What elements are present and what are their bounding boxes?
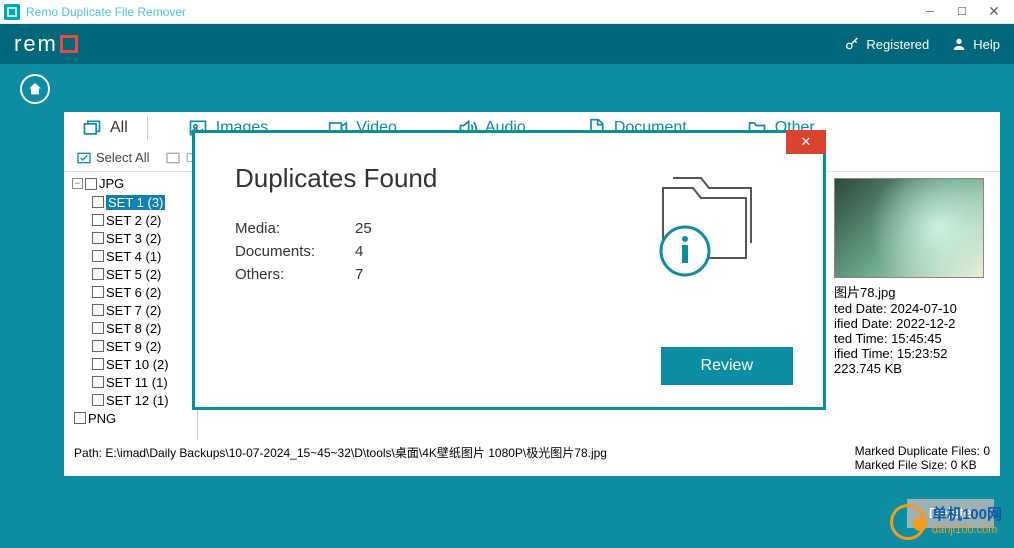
preview-created-date: ted Date: 2024-07-10 [834,301,994,316]
key-icon [844,36,860,52]
person-icon [951,36,967,52]
tree-category-jpg[interactable]: − JPG [66,176,195,191]
window-title: Remo Duplicate File Remover [26,5,186,19]
checkbox[interactable] [92,322,104,334]
others-count: 7 [355,266,363,283]
help-link[interactable]: Help [951,36,1000,52]
tree-item-label: SET 9 (2) [106,339,161,354]
watermark-line2: danji100.com [932,524,1002,537]
checkbox[interactable] [92,250,104,262]
marked-files-value: 0 [983,444,990,458]
minimize-button[interactable]: ─ [914,1,946,23]
tree-category-png[interactable]: PNG [66,409,195,427]
tree-item-label: SET 7 (2) [106,303,161,318]
stack-icon [82,118,102,138]
tree-item-label: SET 2 (2) [106,213,161,228]
preview-modified-date: ified Date: 2022-12-2 [834,316,994,331]
watermark-icon [890,504,926,540]
path-value: E:\imad\Daily Backups\10-07-2024_15~45~3… [105,446,607,460]
tree-view[interactable]: − JPG SET 1 (3) SET 2 (2) SET 3 (2) SET 4 (… [64,172,198,440]
titlebar: Remo Duplicate File Remover ─ ☐ ✕ [0,0,1014,24]
brand-bar: rem Registered Help [0,24,1014,64]
tree-item-label: SET 12 (1) [106,393,169,408]
collapse-icon[interactable]: − [72,178,83,189]
checkbox[interactable] [92,196,104,208]
watermark-line1: 单机100网 [932,506,1002,524]
watermark: 单机100网 danji100.com [890,504,1002,540]
maximize-button[interactable]: ☐ [946,1,978,23]
tree-item[interactable]: SET 12 (1) [66,391,195,409]
preview-filename: 图片78.jpg [834,282,994,301]
checkbox[interactable] [92,394,104,406]
checkbox[interactable] [92,340,104,352]
review-button[interactable]: Review [661,347,793,385]
tree-item[interactable]: SET 5 (2) [66,265,195,283]
tree-item-label: SET 10 (2) [106,357,169,372]
marked-size-value: 0 [951,458,958,472]
tree-item[interactable]: SET 9 (2) [66,337,195,355]
tree-item-label: SET 4 (1) [106,249,161,264]
tree-item[interactable]: SET 6 (2) [66,283,195,301]
preview-card: 图片78.jpg ted Date: 2024-07-10 ified Date… [834,178,994,376]
info-folder-icon [643,173,763,288]
select-all-button[interactable]: Select All [70,148,155,168]
app-icon [4,4,20,20]
deselect-icon [165,150,181,166]
marked-size-unit: KB [961,458,977,472]
tree-item-label: SET 8 (2) [106,321,161,336]
tree-item[interactable]: SET 10 (2) [66,355,195,373]
home-button[interactable] [20,74,50,104]
marked-size-label: Marked File Size: [855,458,948,472]
status-bar: Path: E:\imad\Daily Backups\10-07-2024_1… [64,440,1000,476]
path-label: Path: [74,446,102,460]
preview-size: 223.745 KB [834,361,994,376]
checkbox[interactable] [92,214,104,226]
tree-item[interactable]: SET 2 (2) [66,211,195,229]
checkbox[interactable] [92,268,104,280]
home-icon [27,81,43,97]
preview-modified-time: ified Time: 15:23:52 [834,346,994,361]
tree-item[interactable]: SET 7 (2) [66,301,195,319]
brand-logo: rem [14,31,78,57]
preview-created-time: ted Time: 15:45:45 [834,331,994,346]
check-icon [76,150,92,166]
tree-item[interactable]: SET 4 (1) [66,247,195,265]
media-label: Media: [235,220,355,237]
close-button[interactable]: ✕ [978,1,1010,23]
documents-count: 4 [355,243,363,260]
tree-item-label: SET 11 (1) [106,375,168,390]
checkbox[interactable] [92,304,104,316]
checkbox[interactable] [92,358,104,370]
tree-item[interactable]: SET 1 (3) [66,193,195,211]
checkbox[interactable] [92,286,104,298]
checkbox[interactable] [85,178,97,190]
tree-item[interactable]: SET 3 (2) [66,229,195,247]
tree-item-label: SET 3 (2) [106,231,161,246]
checkbox[interactable] [92,232,104,244]
checkbox[interactable] [74,412,86,424]
marked-files-label: Marked Duplicate Files: [855,444,980,458]
documents-label: Documents: [235,243,355,260]
tree-item-label: SET 1 (3) [106,195,165,210]
results-dialog: ✕ Duplicates Found Media:25 Documents:4 … [192,130,826,410]
registered-link[interactable]: Registered [844,36,929,52]
media-count: 25 [355,220,372,237]
tree-item[interactable]: SET 8 (2) [66,319,195,337]
tree-item-label: SET 5 (2) [106,267,161,282]
others-label: Others: [235,266,355,283]
preview-thumbnail [834,178,984,278]
checkbox[interactable] [92,376,104,388]
tree-item-label: SET 6 (2) [106,285,161,300]
tree-item[interactable]: SET 11 (1) [66,373,195,391]
tab-all[interactable]: All [64,112,148,144]
